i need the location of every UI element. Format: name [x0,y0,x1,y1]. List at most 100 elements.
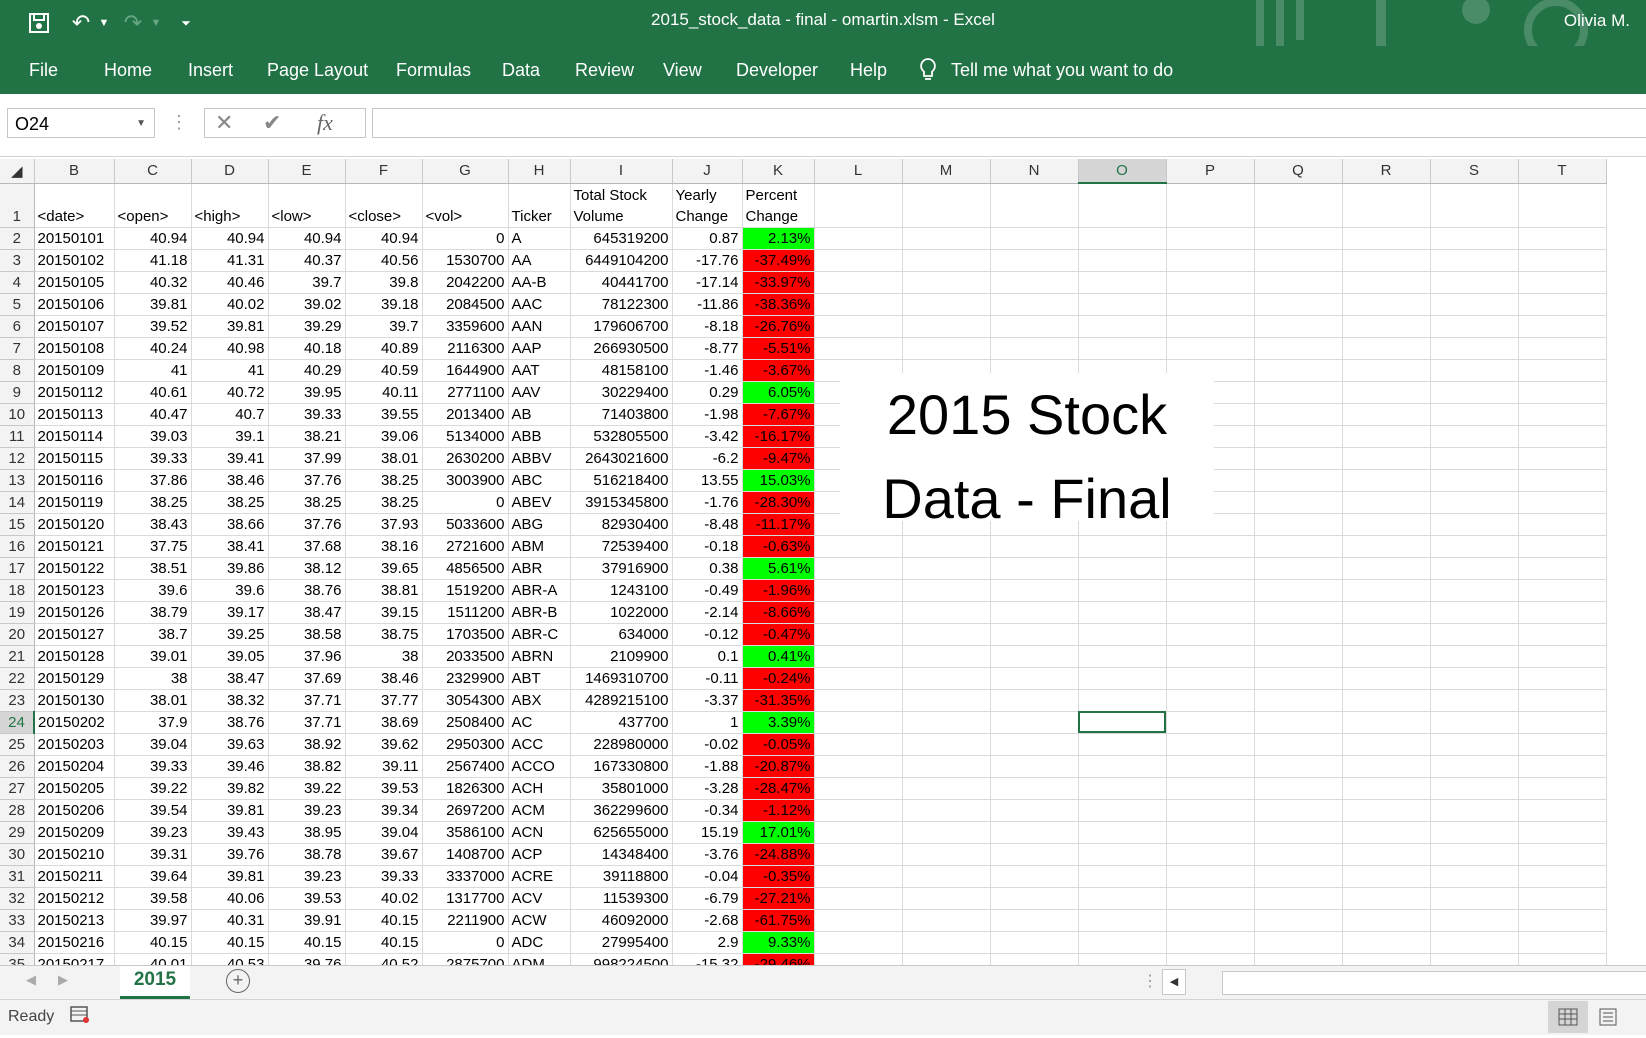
cell[interactable]: 39.7 [268,271,346,294]
cell[interactable]: 20150108 [34,337,115,360]
cell[interactable]: 645319200 [570,227,673,250]
page-layout-view-icon[interactable] [1598,1008,1618,1031]
cell[interactable] [1430,865,1519,888]
cell[interactable]: 38.47 [191,667,269,690]
cell[interactable]: 0 [422,227,509,250]
percent-change-cell[interactable]: -11.17% [742,513,815,536]
cell[interactable]: 40.31 [191,909,269,932]
row-header[interactable]: 32 [0,887,35,910]
cell[interactable]: ADM [508,953,571,965]
cell[interactable]: 2033500 [422,645,509,668]
cell[interactable] [814,557,903,580]
cell[interactable]: AA [508,249,571,272]
cell[interactable] [1342,227,1431,250]
column-header[interactable]: E [268,159,346,184]
cell[interactable] [1166,579,1255,602]
cell[interactable]: 38.16 [345,535,423,558]
tab-view[interactable]: View [663,60,702,81]
cell[interactable]: 38.47 [268,601,346,624]
cell[interactable]: 20150107 [34,315,115,338]
cell[interactable] [1342,623,1431,646]
percent-change-cell[interactable]: -28.47% [742,777,815,800]
cell[interactable] [1342,535,1431,558]
column-header[interactable]: G [422,159,509,184]
cell[interactable] [1518,227,1607,250]
cell[interactable]: 39.23 [114,821,192,844]
cell[interactable] [990,733,1079,756]
row-header[interactable]: 29 [0,821,35,844]
cell[interactable] [1166,711,1255,734]
cell[interactable]: 0.87 [672,227,743,250]
cell[interactable]: 362299600 [570,799,673,822]
cell[interactable]: 38.58 [268,623,346,646]
cell[interactable]: 38.25 [114,491,192,514]
cell[interactable] [1166,249,1255,272]
percent-change-cell[interactable]: -28.30% [742,491,815,514]
cell[interactable]: 39.34 [345,799,423,822]
cell[interactable]: 40.01 [114,953,192,965]
cell[interactable]: 41.18 [114,249,192,272]
cell[interactable]: ABM [508,535,571,558]
cell[interactable]: Percent Change [742,183,815,228]
cell[interactable]: 39.6 [191,579,269,602]
cell[interactable] [902,337,991,360]
tab-data[interactable]: Data [502,60,540,81]
cell[interactable]: 46092000 [570,909,673,932]
cell[interactable]: 39.22 [268,777,346,800]
cell[interactable] [1342,887,1431,910]
cell[interactable]: 20150101 [34,227,115,250]
cell[interactable] [1078,271,1167,294]
cell[interactable]: 38.46 [345,667,423,690]
cell[interactable] [1518,403,1607,426]
cell[interactable] [1254,381,1343,404]
tab-file[interactable]: File [29,60,58,81]
cell[interactable]: 3337000 [422,865,509,888]
cell[interactable]: 40.52 [345,953,423,965]
cell[interactable] [1166,733,1255,756]
cell[interactable] [902,249,991,272]
cell[interactable] [1430,755,1519,778]
cell[interactable]: 2630200 [422,447,509,470]
cell[interactable]: 39.82 [191,777,269,800]
cell[interactable]: 37.9 [114,711,192,734]
cell[interactable]: -0.12 [672,623,743,646]
cell[interactable] [1078,337,1167,360]
cell[interactable]: 37.76 [268,513,346,536]
cell[interactable]: Ticker [508,183,571,228]
cell[interactable] [1430,931,1519,954]
cell[interactable] [1254,403,1343,426]
cell[interactable] [1430,733,1519,756]
cell[interactable] [990,271,1079,294]
cell[interactable] [990,293,1079,316]
cell[interactable]: ABR-B [508,601,571,624]
cell[interactable] [1078,623,1167,646]
percent-change-cell[interactable]: -0.63% [742,535,815,558]
cell[interactable]: 71403800 [570,403,673,426]
cell[interactable]: 38.25 [191,491,269,514]
column-header[interactable]: K [742,159,815,184]
cell[interactable] [1342,469,1431,492]
enter-icon[interactable]: ✔ [263,109,281,137]
row-header[interactable]: 24 [0,711,35,734]
percent-change-cell[interactable]: 6.05% [742,381,815,404]
cell[interactable] [1342,645,1431,668]
cell[interactable] [1166,865,1255,888]
row-header[interactable]: 13 [0,469,35,492]
cell[interactable] [1254,623,1343,646]
cell[interactable] [902,953,991,965]
cell[interactable]: 40.94 [268,227,346,250]
scroll-tabs-right-icon[interactable]: ▶ [58,972,68,988]
cell[interactable] [814,249,903,272]
cell[interactable]: 20150105 [34,271,115,294]
cell[interactable]: 78122300 [570,293,673,316]
row-header[interactable]: 11 [0,425,35,448]
cell[interactable] [1342,755,1431,778]
cell[interactable]: 39.64 [114,865,192,888]
cell[interactable] [1166,821,1255,844]
cell[interactable] [1518,711,1607,734]
cell[interactable]: 266930500 [570,337,673,360]
cell[interactable] [1254,579,1343,602]
cell[interactable] [1342,601,1431,624]
cell[interactable] [990,689,1079,712]
cell[interactable]: 40.15 [345,931,423,954]
